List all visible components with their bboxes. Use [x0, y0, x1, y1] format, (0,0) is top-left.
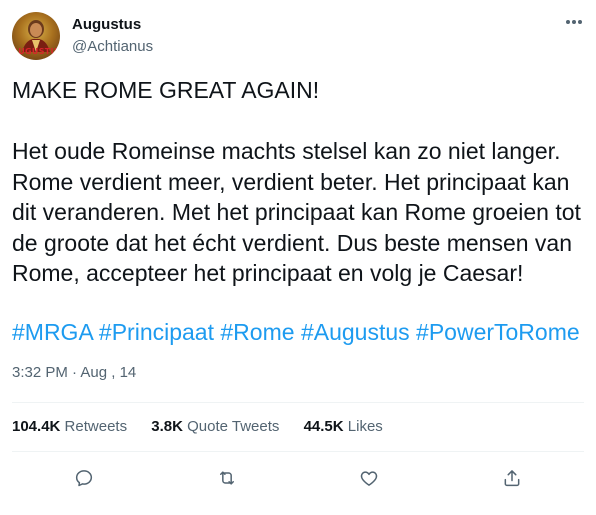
quote-tweets-stat[interactable]: 3.8K Quote Tweets	[151, 418, 279, 436]
share-icon	[504, 470, 520, 487]
share-button[interactable]	[492, 458, 532, 498]
retweets-label: Retweets	[64, 418, 128, 435]
quote-tweets-count: 3.8K	[151, 418, 183, 435]
divider	[12, 451, 584, 452]
hashtag-link[interactable]: #Principaat	[99, 319, 214, 345]
tweet-timestamp: 3:32 PM · Aug , 14	[12, 364, 136, 382]
retweet-icon	[220, 471, 234, 485]
author-handle[interactable]: @Achtianus	[72, 38, 153, 56]
meta-separator: ·	[72, 364, 78, 381]
likes-count: 44.5K	[303, 418, 344, 435]
tweet-headline: MAKE ROME GREAT AGAIN!	[12, 77, 320, 103]
tweet-time[interactable]: 3:32 PM	[12, 364, 68, 381]
retweets-stat[interactable]: 104.4K Retweets	[12, 418, 127, 436]
hashtag-link[interactable]: #MRGA	[12, 319, 93, 345]
divider	[12, 402, 584, 403]
retweets-count: 104.4K	[12, 418, 61, 435]
tweet-actions	[12, 458, 584, 498]
reply-button[interactable]	[64, 458, 104, 498]
more-options-button[interactable]	[560, 12, 588, 32]
hashtag-link[interactable]: #Augustus	[301, 319, 410, 345]
hashtag-link[interactable]: #Rome	[220, 319, 294, 345]
quote-tweets-label: Quote Tweets	[187, 418, 280, 435]
like-icon	[360, 471, 378, 486]
hashtag-link[interactable]: #PowerToRome	[416, 319, 580, 345]
like-button[interactable]	[349, 458, 389, 498]
author-name[interactable]: Augustus	[72, 16, 141, 34]
tweet-paragraph: Het oude Romeinse machts stelsel kan zo …	[12, 138, 581, 286]
likes-stat[interactable]: 44.5K Likes	[304, 418, 383, 436]
avatar-caption: AUGUSTUS	[12, 47, 60, 56]
more-icon	[566, 20, 582, 24]
avatar[interactable]: AUGUSTUS	[12, 12, 60, 60]
tweet-text: MAKE ROME GREAT AGAIN! Het oude Romeinse…	[12, 75, 584, 289]
hashtag-list: #MRGA #Principaat #Rome #Augustus #Power…	[12, 317, 592, 347]
tweet-date[interactable]: Aug , 14	[80, 364, 136, 381]
tweet-stats: 104.4K Retweets 3.8K Quote Tweets 44.5K …	[12, 418, 403, 436]
tweet-card: AUGUSTUS Augustus @Achtianus MAKE ROME G…	[0, 0, 596, 515]
retweet-button[interactable]	[207, 458, 247, 498]
likes-label: Likes	[347, 418, 383, 435]
reply-icon	[75, 470, 93, 487]
